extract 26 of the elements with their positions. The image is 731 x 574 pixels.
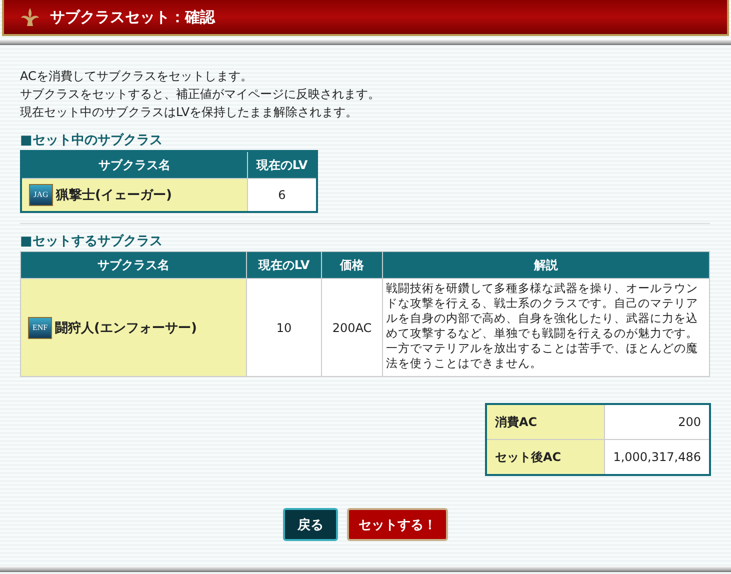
description-text: 戦闘技術を研鑽して多種多様な武器を操り、オールラウンドな攻撃を行える、戦士系のクラスです。自己のマテリアルを自身の内部で高め、自身を強化したり、武器に力を込めて攻撃するなど、単独でも戦闘を行えるのが魅力です。一方でマテリアルを放出することは苦手で、ほとんどの魔法を使うことはできません。 bbox=[382, 278, 710, 376]
intro-text: ACを消費してサブクラスをセットします。 bbox=[20, 68, 254, 85]
column-header: サブクラス名 bbox=[21, 151, 248, 178]
set-button[interactable]: セットする！ bbox=[347, 508, 448, 541]
intro-text: サブクラスをセットすると、補正値がマイページに反映されます。 bbox=[20, 86, 381, 103]
intro-text: 現在セット中のサブクラスはLVを保持したまま解除されます。 bbox=[20, 104, 359, 121]
summary-label: セット後AC bbox=[486, 440, 604, 475]
column-header: 解説 bbox=[382, 252, 710, 278]
class-icon: JAG bbox=[29, 184, 53, 206]
class-name: 猟撃士(イェーガー) bbox=[56, 187, 172, 204]
column-header: 現在のLV bbox=[246, 252, 322, 278]
column-header: サブクラス名 bbox=[20, 252, 246, 278]
summary-value: 1,000,317,486 bbox=[604, 440, 710, 475]
back-button[interactable]: 戻る bbox=[283, 508, 338, 541]
column-header: 現在のLV bbox=[248, 151, 317, 178]
window-title: サブクラスセット：確認 bbox=[50, 8, 215, 26]
summary-value: 200 bbox=[604, 404, 710, 440]
section-heading: ■セットするサブクラス bbox=[20, 232, 164, 250]
section-heading: ■セット中のサブクラス bbox=[20, 132, 164, 149]
table-cell: 6 bbox=[248, 178, 317, 212]
class-name: 闘狩人(エンフォーサー) bbox=[55, 320, 197, 336]
table-cell: 200AC bbox=[322, 278, 382, 376]
summary-label: 消費AC bbox=[486, 404, 604, 440]
class-icon: ENF bbox=[28, 316, 52, 338]
column-header: 価格 bbox=[322, 252, 382, 278]
table-cell: 10 bbox=[246, 278, 322, 376]
